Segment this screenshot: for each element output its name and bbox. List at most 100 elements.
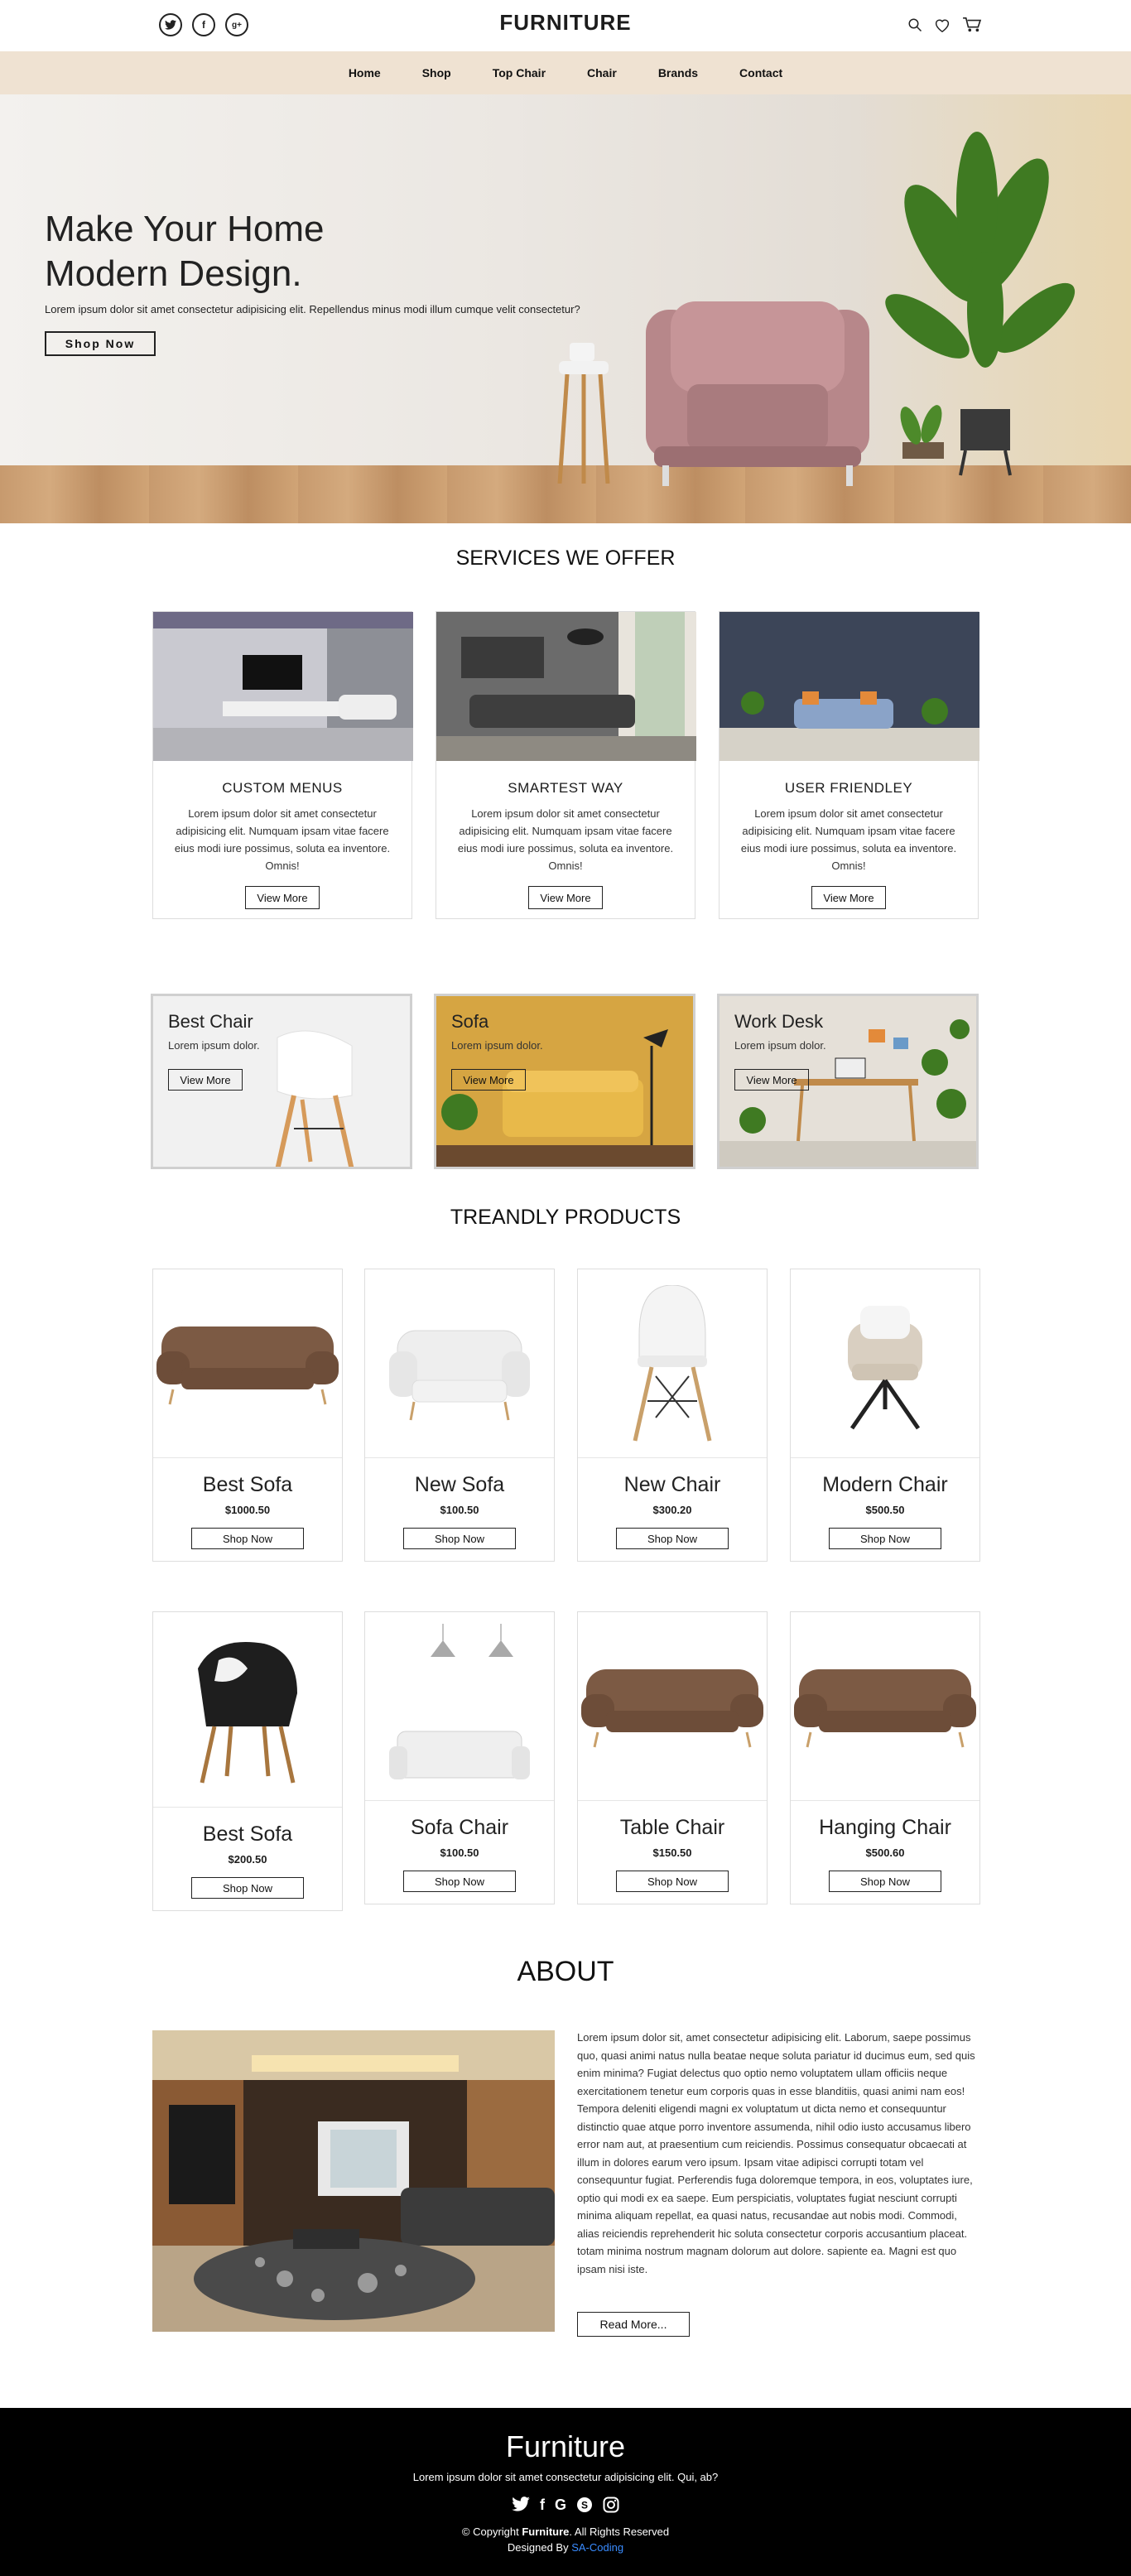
category-text: Lorem ipsum dolor. bbox=[734, 1039, 826, 1052]
product-image bbox=[365, 1612, 554, 1801]
service-text: Lorem ipsum dolor sit amet consectetur a… bbox=[740, 807, 957, 872]
heart-icon[interactable] bbox=[934, 17, 951, 32]
shop-now-button[interactable]: Shop Now bbox=[403, 1528, 516, 1549]
footer-social-links: f G S bbox=[0, 2497, 1131, 2514]
service-title: CUSTOM MENUS bbox=[222, 780, 343, 796]
services-title: SERVICES WE OFFER bbox=[455, 546, 676, 570]
product-name: Hanging Chair bbox=[819, 1816, 951, 1839]
service-text: Lorem ipsum dolor sit amet consectetur a… bbox=[174, 807, 391, 872]
product-name: Best Sofa bbox=[202, 1822, 293, 1846]
product-image bbox=[365, 1269, 554, 1458]
product-name: New Chair bbox=[623, 1473, 721, 1496]
skype-icon[interactable]: S bbox=[576, 2497, 593, 2513]
category-card-work-desk: Work Desk Lorem ipsum dolor. View More bbox=[717, 994, 979, 1169]
service-card: USER FRIENDLEY Lorem ipsum dolor sit ame… bbox=[719, 611, 979, 919]
footer-brand: Furniture bbox=[505, 2429, 626, 2463]
product-name: Sofa Chair bbox=[410, 1816, 509, 1839]
shop-now-button[interactable]: Shop Now bbox=[403, 1871, 516, 1892]
shop-now-button[interactable]: Shop Now bbox=[616, 1528, 729, 1549]
nav-contact[interactable]: Contact bbox=[739, 66, 782, 79]
view-more-button[interactable]: View More bbox=[168, 1069, 243, 1091]
product-card: Sofa Chair $100.50 Shop Now bbox=[364, 1611, 555, 1904]
product-image bbox=[153, 1612, 342, 1808]
service-card: SMARTEST WAY Lorem ipsum dolor sit amet … bbox=[436, 611, 696, 919]
product-name: Table Chair bbox=[619, 1816, 725, 1839]
twitter-icon[interactable] bbox=[512, 2497, 530, 2511]
nav-brands[interactable]: Brands bbox=[658, 66, 698, 79]
product-card: Table Chair $150.50 Shop Now bbox=[577, 1611, 768, 1904]
product-card: Hanging Chair $500.60 Shop Now bbox=[790, 1611, 980, 1904]
product-name: Modern Chair bbox=[822, 1473, 948, 1496]
footer-description: Lorem ipsum dolor sit amet consectetur a… bbox=[412, 2471, 719, 2483]
category-title: Work Desk bbox=[734, 1011, 824, 1032]
product-card: New Sofa $100.50 Shop Now bbox=[364, 1269, 555, 1562]
about-title: ABOUT bbox=[517, 1956, 614, 1987]
product-price: $100.50 bbox=[440, 1504, 479, 1516]
product-price: $100.50 bbox=[440, 1847, 479, 1859]
view-more-button[interactable]: View More bbox=[245, 886, 320, 909]
service-image-blue-room bbox=[720, 612, 979, 761]
service-image-lounge bbox=[436, 612, 696, 761]
product-image bbox=[578, 1612, 767, 1801]
product-price: $1000.50 bbox=[224, 1504, 271, 1516]
product-image bbox=[791, 1269, 979, 1458]
product-card: New Chair $300.20 Shop Now bbox=[577, 1269, 768, 1562]
product-name: New Sofa bbox=[414, 1473, 505, 1496]
hero-title: Make Your Home Modern Design. bbox=[45, 209, 325, 294]
header-actions bbox=[907, 17, 982, 33]
footer-copyright: © Copyright Furniture. All Rights Reserv… bbox=[461, 2525, 670, 2538]
hero-banner: Make Your Home Modern Design. Lorem ipsum… bbox=[0, 94, 1131, 523]
shop-now-button[interactable]: Shop Now bbox=[829, 1528, 941, 1549]
product-card: Best Sofa $200.50 Shop Now bbox=[152, 1611, 343, 1911]
main-nav: Home Shop Top Chair Chair Brands Contact bbox=[0, 51, 1131, 94]
product-card: Modern Chair $500.50 Shop Now bbox=[790, 1269, 980, 1562]
shop-now-button[interactable]: Shop Now bbox=[616, 1871, 729, 1892]
product-image bbox=[578, 1269, 767, 1458]
about-image bbox=[152, 2030, 555, 2332]
category-card-sofa: Sofa Lorem ipsum dolor. View More bbox=[434, 994, 695, 1169]
service-card: CUSTOM MENUS Lorem ipsum dolor sit amet … bbox=[152, 611, 413, 919]
category-title: Best Chair bbox=[168, 1011, 253, 1032]
product-card: Best Sofa $1000.50 Shop Now bbox=[152, 1269, 343, 1562]
designer-link[interactable]: SA-Coding bbox=[571, 2541, 623, 2554]
nav-top-chair[interactable]: Top Chair bbox=[493, 66, 546, 79]
instagram-icon[interactable] bbox=[603, 2497, 619, 2513]
view-more-button[interactable]: View More bbox=[451, 1069, 526, 1091]
product-price: $500.50 bbox=[865, 1504, 905, 1516]
view-more-button[interactable]: View More bbox=[734, 1069, 809, 1091]
hero-subtitle: Lorem ipsum dolor sit amet consectetur a… bbox=[45, 303, 580, 315]
shop-now-button[interactable]: Shop Now bbox=[191, 1877, 304, 1899]
product-name: Best Sofa bbox=[202, 1473, 293, 1496]
products-title: TREANDLY PRODUCTS bbox=[450, 1206, 681, 1229]
nav-shop[interactable]: Shop bbox=[422, 66, 451, 79]
shop-now-button[interactable]: Shop Now bbox=[829, 1871, 941, 1892]
facebook-icon[interactable]: f bbox=[540, 2497, 545, 2514]
product-image bbox=[791, 1612, 979, 1801]
hero-plant-image bbox=[885, 132, 1076, 476]
cart-icon[interactable] bbox=[962, 17, 982, 33]
service-title: SMARTEST WAY bbox=[508, 780, 623, 796]
read-more-button[interactable]: Read More... bbox=[577, 2312, 690, 2337]
product-price: $500.60 bbox=[865, 1847, 905, 1859]
service-text: Lorem ipsum dolor sit amet consectetur a… bbox=[457, 807, 674, 872]
svg-text:S: S bbox=[581, 2500, 588, 2511]
nav-chair[interactable]: Chair bbox=[587, 66, 617, 79]
service-image-living-room bbox=[153, 612, 413, 761]
search-icon[interactable] bbox=[907, 17, 922, 32]
google-icon[interactable]: G bbox=[555, 2497, 566, 2514]
product-image bbox=[153, 1269, 342, 1458]
hero-armchair-image bbox=[646, 301, 869, 486]
view-more-button[interactable]: View More bbox=[811, 886, 886, 909]
nav-home[interactable]: Home bbox=[349, 66, 381, 79]
product-price: $300.20 bbox=[652, 1504, 692, 1516]
hero-shop-now-button[interactable]: Shop Now bbox=[45, 331, 156, 356]
view-more-button[interactable]: View More bbox=[528, 886, 603, 909]
product-price: $200.50 bbox=[228, 1853, 267, 1866]
site-footer: Furniture Lorem ipsum dolor sit amet con… bbox=[0, 2408, 1131, 2576]
service-title: USER FRIENDLEY bbox=[784, 780, 913, 796]
category-text: Lorem ipsum dolor. bbox=[168, 1039, 260, 1052]
top-header: f g+ FURNITURE bbox=[0, 0, 1131, 51]
shop-now-button[interactable]: Shop Now bbox=[191, 1528, 304, 1549]
hero-side-table-image bbox=[557, 343, 610, 484]
about-paragraph: Lorem ipsum dolor sit, amet consectetur … bbox=[577, 2031, 975, 2275]
